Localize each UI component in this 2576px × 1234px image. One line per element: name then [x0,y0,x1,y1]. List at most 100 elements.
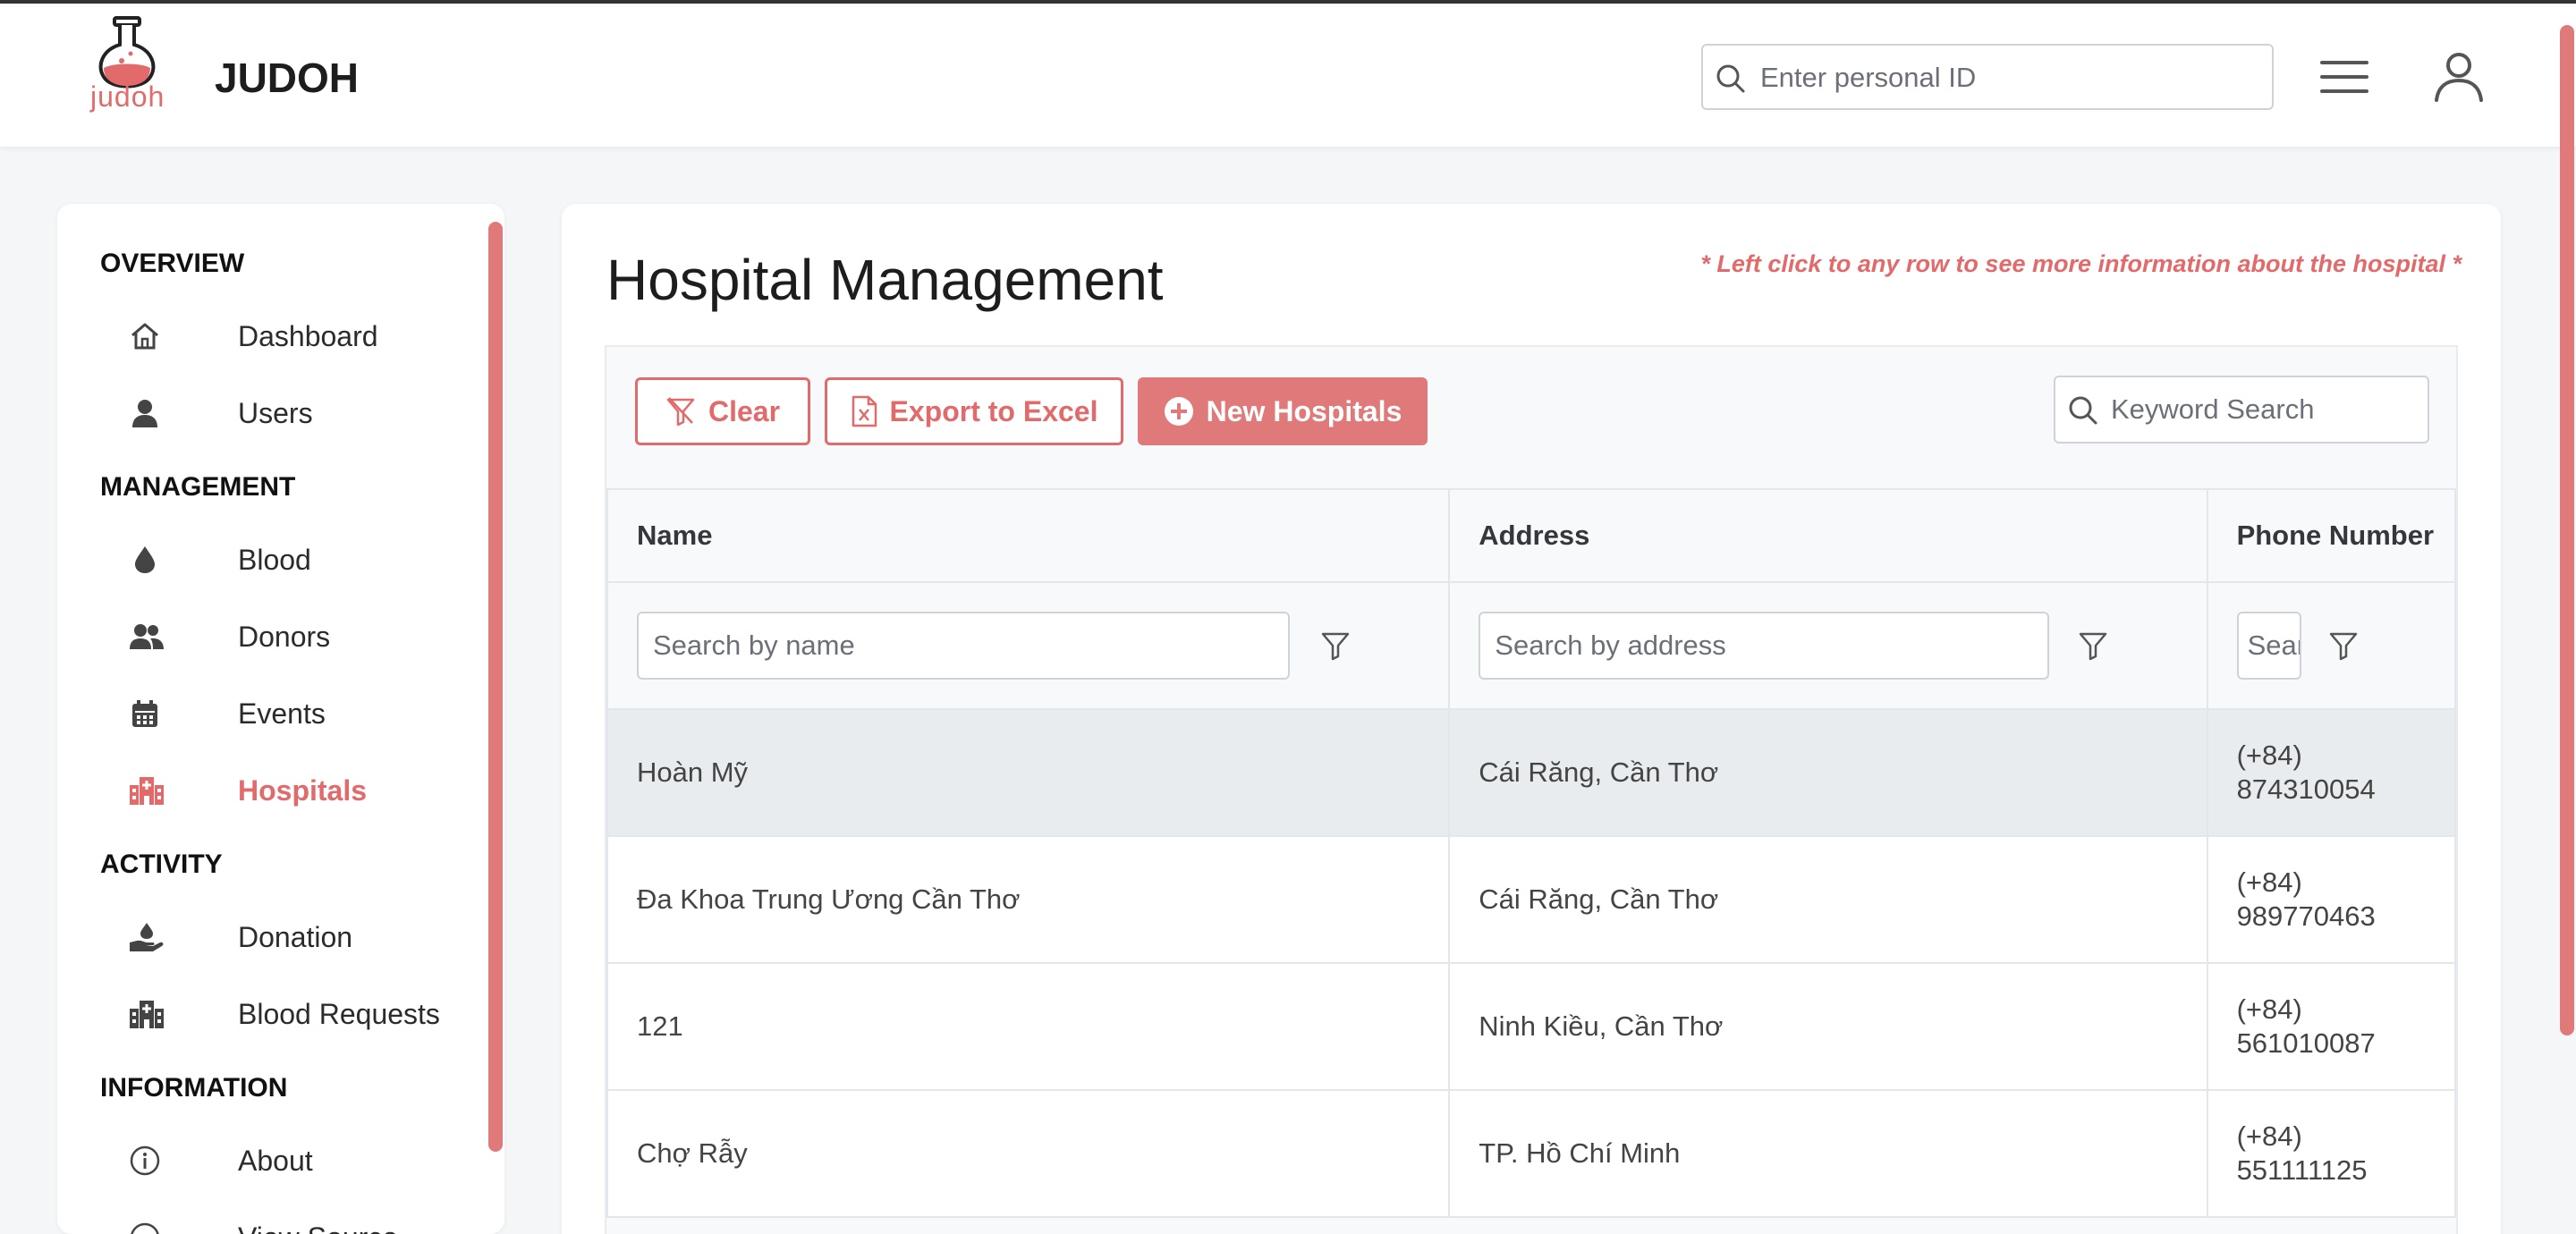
hospital-icon [130,777,164,805]
user-icon [132,400,157,427]
cell-phone: (+84) 874310054 [2206,708,2457,837]
sidebar-item-label: View Source [238,1221,398,1234]
sidebar-item-blood[interactable]: Blood [129,531,469,588]
phone-prefix: (+84) [2236,740,2302,771]
cell-name: 121 [606,962,1451,1091]
cell-phone: (+84) 561010087 [2206,962,2457,1091]
phone-filter-button[interactable] [2328,630,2359,661]
export-button-label: Export to Excel [889,394,1098,427]
phone-prefix: (+84) [2236,993,2302,1025]
app-title[interactable]: JUDOH [215,54,359,102]
new-hospitals-button[interactable]: New Hospitals [1138,377,1428,445]
sidebar-item-view-source[interactable]: View Source [129,1209,469,1234]
hamburger-menu-icon[interactable] [2320,59,2368,95]
sidebar-section-management: MANAGEMENT [100,472,296,502]
sidebar-item-label: Donors [238,621,331,653]
cell-name: Chợ Rẫy [606,1089,1451,1218]
name-filter-button[interactable] [1320,630,1351,661]
user-account-icon[interactable] [2433,50,2485,102]
cell-address: TP. Hồ Chí Minh [1448,1089,2208,1218]
source-icon [131,1222,159,1234]
people-icon [130,624,164,649]
sidebar-item-label: Hospitals [238,774,368,807]
sidebar-item-donation[interactable]: Donation [129,909,469,966]
name-filter-input[interactable] [637,612,1290,680]
hand-donate-icon [130,923,164,951]
home-icon [131,323,158,350]
table-toolbar: Clear Export to Excel New Hospitals [606,347,2456,490]
clear-button-label: Clear [708,394,781,427]
sidebar-section-activity: ACTIVITY [100,849,223,879]
name-filter-cell [606,581,1451,710]
phone-prefix: (+84) [2236,1120,2302,1152]
sidebar-item-blood-requests[interactable]: Blood Requests [129,985,469,1043]
sidebar-scrollbar[interactable] [488,222,503,1152]
cell-phone: (+84) 989770463 [2206,835,2457,964]
filter-icon [2329,632,2357,661]
sidebar-section-overview: OVERVIEW [100,249,245,278]
search-icon [2069,396,2097,425]
search-icon [1716,64,1745,93]
filter-slash-icon [666,397,695,427]
phone-prefix: (+84) [2236,866,2302,898]
cell-name: Hoàn Mỹ [606,708,1451,837]
cell-name: Đa Khoa Trung Ương Cần Thơ [606,835,1451,964]
sidebar-item-label: About [238,1145,313,1177]
export-excel-button[interactable]: Export to Excel [825,377,1123,445]
phone-number: 551111125 [2236,1154,2368,1186]
sidebar-item-dashboard[interactable]: Dashboard [129,308,469,365]
row-click-hint: * Left click to any row to see more info… [1700,250,2462,277]
cell-phone: (+84) 551111125 [2206,1089,2457,1218]
sidebar-item-events[interactable]: Events [129,685,469,742]
address-filter-cell [1448,581,2208,710]
page-title: Hospital Management [606,248,1164,312]
filter-icon [2080,632,2107,661]
hospital-table-panel: Clear Export to Excel New Hospitals Keyw… [605,345,2458,1234]
sidebar-item-users[interactable]: Users [129,385,469,442]
keyword-search-input[interactable] [2111,385,2415,435]
address-filter-button[interactable] [2078,630,2108,661]
hospital-icon [130,1001,164,1028]
sidebar-item-about[interactable]: About [129,1132,469,1189]
excel-file-icon [852,395,877,427]
sidebar-item-hospitals[interactable]: Hospitals [129,762,469,819]
phone-number: 989770463 [2236,900,2376,932]
personal-id-search [1701,44,2274,110]
new-hospitals-label: New Hospitals [1206,394,1402,427]
column-header-address[interactable]: Address [1448,488,2208,583]
cell-address: Cái Răng, Cần Thơ [1448,835,2208,964]
sidebar-section-information: INFORMATION [100,1073,288,1103]
sidebar-item-label: Donation [238,921,353,953]
personal-id-input[interactable] [1760,53,2261,103]
sidebar-item-label: Blood Requests [238,998,440,1030]
filter-icon [1321,632,1350,661]
calendar-icon [132,700,157,727]
hospital-table: Name Address Phone Number Search by name… [606,488,2457,1218]
plus-circle-icon [1164,397,1193,426]
table-row[interactable]: Chợ Rẫy TP. Hồ Chí Minh (+84) 551111125 [606,1089,2457,1218]
address-filter-input[interactable] [1479,612,2050,680]
table-row[interactable]: 121 Ninh Kiều, Cần Thơ (+84) 561010087 [606,962,2457,1091]
app-header: judoh JUDOH [0,4,2576,147]
phone-number: 561010087 [2236,1027,2376,1059]
column-header-phone[interactable]: Phone Number [2206,488,2457,583]
phone-filter-cell [2206,581,2457,710]
table-header-row: Name Address Phone Number [606,488,2457,583]
page-scrollbar[interactable] [2560,25,2574,1035]
logo-text: judoh [90,80,165,113]
table-row[interactable]: Hoàn Mỹ Cái Răng, Cần Thơ (+84) 874310054 [606,708,2457,837]
main-panel: Hospital Management * Left click to any … [562,204,2501,1234]
phone-filter-input[interactable] [2236,612,2301,680]
sidebar-item-donors[interactable]: Donors [129,608,469,665]
info-icon [130,1145,160,1176]
clear-filter-button[interactable]: Clear [635,377,810,445]
phone-number: 874310054 [2236,773,2376,805]
keyword-search [2054,376,2429,444]
sidebar: OVERVIEW Dashboard Users MANAGEMENT Bloo… [57,204,504,1234]
table-row[interactable]: Đa Khoa Trung Ương Cần Thơ Cái Răng, Cần… [606,835,2457,964]
blood-drop-icon [135,546,155,573]
sidebar-item-label: Blood [238,544,311,576]
table-filter-row [606,581,2457,710]
cell-address: Ninh Kiều, Cần Thơ [1448,962,2208,1091]
column-header-name[interactable]: Name [606,488,1451,583]
